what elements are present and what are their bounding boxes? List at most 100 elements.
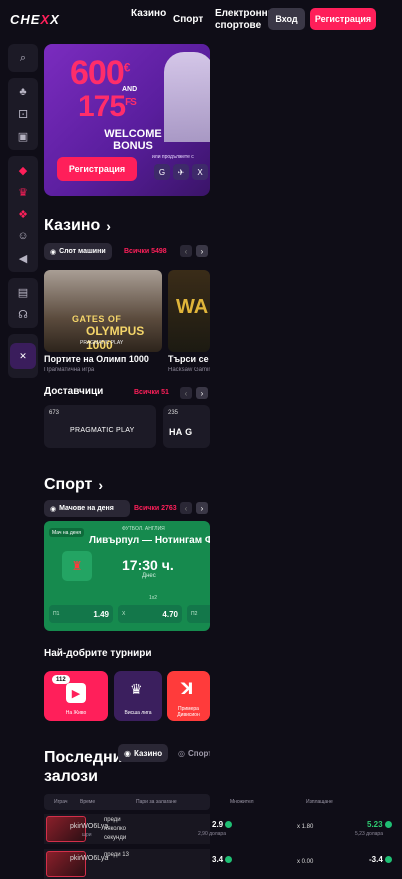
chevron-right-icon[interactable]: › [196,502,208,514]
odd-value: 4.70 [162,609,178,619]
provider-game-count: 235 [168,410,179,416]
tournament-card-live[interactable]: 112 ▶ На Живо [44,671,108,721]
matches-of-day-chip[interactable]: ◉ Мачове на деня [44,500,130,517]
gamepad-icon[interactable]: ▣ [8,125,38,147]
player-name: pkirWO6Lya [70,855,109,862]
banner-amount-2: 175FS [78,90,137,123]
nav-esports[interactable]: Електронни спортове [215,8,274,32]
game-art-line3: PRAGMATIC PLAY [80,340,124,346]
chevron-left-icon[interactable]: ‹ [180,502,192,514]
gift-icon[interactable]: ◆ [8,159,38,181]
register-button[interactable]: Регистрация [310,8,376,30]
odd-label: П1 [53,611,60,617]
user-add-icon[interactable]: ☺ [8,225,38,247]
telegram-icon[interactable]: ✈ [173,164,189,180]
provider-game-count: 673 [49,410,60,416]
table-row[interactable]: pkirWO6Lya преди 13 3.4 x 0.00 -3.4 [44,849,402,879]
document-icon[interactable]: ▤ [8,281,38,303]
cards-icon[interactable]: ♣ [8,81,38,103]
odd-button[interactable]: X 4.70 [118,605,182,623]
table-row[interactable]: pkirWO6Lya шри преди няколко секунди 2.9… [44,814,402,844]
provider-card[interactable]: 235 HA G [163,405,210,448]
tournaments-title: Най-добрите турнири [44,648,152,659]
chevron-right-icon[interactable]: › [196,387,208,399]
game-card-olympus[interactable]: GATES OF OLYMPUS 1000 PRAGMATIC PLAY [44,270,162,352]
search-icon[interactable]: ⌕ [8,47,38,69]
provider-logo: HA G [169,427,193,437]
welcome-banner[interactable]: 600€ AND 175FS WELCOME BONUS Регистрация… [44,44,210,196]
payout-sub: 5,23 долара [355,831,383,837]
tournament-card-premier[interactable]: ♛ Висша лига [114,671,162,721]
banner-amount-1: 600€ [70,54,130,92]
tournament-name: На Живо [65,710,87,716]
sidebar: ⌕ ♣ ⚀ ▣ ◆ ♛ ❖ ☺ ◀ ▤ ☊ ✕ [8,44,38,384]
bet-time: преди няколко секунди [104,817,127,841]
sidebar-promo-group: ◆ ♛ ❖ ☺ ◀ [8,156,38,272]
match-league: ФУТБОЛ. АНГЛИЯ [122,526,165,532]
slots-chip[interactable]: ◉ Слот машини [44,243,112,260]
matches-chip-label: Мачове на деня [59,505,114,512]
odd-label: П2 [191,611,198,617]
match-market: 1x2 [149,595,158,601]
game-provider: Прагматична игра [44,367,95,373]
tournament-name: Висша лига [124,710,152,716]
dice-icon[interactable]: ⚀ [8,103,38,125]
game-art-wanted: WA [176,296,209,318]
chevron-left-icon[interactable]: ‹ [180,245,192,257]
play-icon: ▶ [66,683,86,703]
multiplier-value: x 1.80 [297,824,314,830]
odd-label: X [122,611,126,617]
megaphone-icon[interactable]: ◀ [8,247,38,269]
col-multiplier: Множител [230,799,254,805]
odd-button[interactable]: П2 [187,605,210,623]
odd-button[interactable]: П1 1.49 [49,605,113,623]
match-time: 17:30 ч. [122,557,174,573]
coin-icon [225,856,233,864]
bets-tab-label: Казино [133,748,163,758]
banner-register-button[interactable]: Регистрация [57,157,137,181]
sidebar-info-group: ▤ ☊ [8,278,38,328]
coin-icon [384,856,392,864]
x-icon[interactable]: X [192,164,208,180]
chevron-right-icon: › [106,218,111,234]
team-logo-icon: ♜ [62,551,92,581]
provider-card[interactable]: 673 PRAGMATIC PLAY [44,405,156,448]
provider-logo: PRAGMATIC PLAY [70,427,135,434]
login-button[interactable]: Вход [268,8,305,30]
brand-icon[interactable]: ✕ [10,343,36,369]
providers-count[interactable]: Всички 51 [134,389,169,396]
tournament-name: Примера Дивисион [177,706,200,718]
player-name: pkirWO6Lya [70,823,109,830]
player-sub: шри [82,832,92,838]
match-day: Днес [142,573,156,579]
bets-tab-casino[interactable]: ◉ Казино [118,744,169,762]
crown-icon[interactable]: ♛ [8,181,38,203]
odd-value: 1.49 [93,609,109,619]
logo[interactable]: CHEXX [10,12,60,27]
promo-icon[interactable]: ❖ [8,203,38,225]
sidebar-search-group: ⌕ [8,44,38,72]
col-payout: Изплащане [306,799,333,805]
bets-tab-label: Спорт [187,748,210,758]
tournament-card-laliga[interactable]: ꓘ Примера Дивисион [167,671,210,721]
slots-chip-label: Слот машини [59,248,106,255]
nav-casino[interactable]: Казино [131,8,166,20]
google-icon[interactable]: G [154,164,170,180]
support-icon[interactable]: ☊ [8,303,38,325]
chevron-right-icon[interactable]: › [196,245,208,257]
bets-table-header [44,794,210,810]
game-card-wanted[interactable]: WA [168,270,210,352]
sport-section-title[interactable]: Спорт › [44,476,103,494]
casino-count[interactable]: Всички 5498 [124,248,167,255]
chevron-left-icon[interactable]: ‹ [180,387,192,399]
bet-time: преди 13 [104,852,129,858]
match-card[interactable]: Мач на деня ФУТБОЛ. АНГЛИЯ Ливърпул — Но… [44,521,210,631]
coin-icon [384,821,392,829]
bets-tab-sport[interactable]: ◎ Спорт [172,744,210,762]
sport-count[interactable]: Всички 2763 [134,505,177,512]
col-time: Време [80,799,96,805]
coin-icon [225,821,233,829]
casino-section-title[interactable]: Казино › [44,217,111,235]
payout-value: 5.23 [367,820,392,829]
nav-sport[interactable]: Спорт [173,14,203,26]
